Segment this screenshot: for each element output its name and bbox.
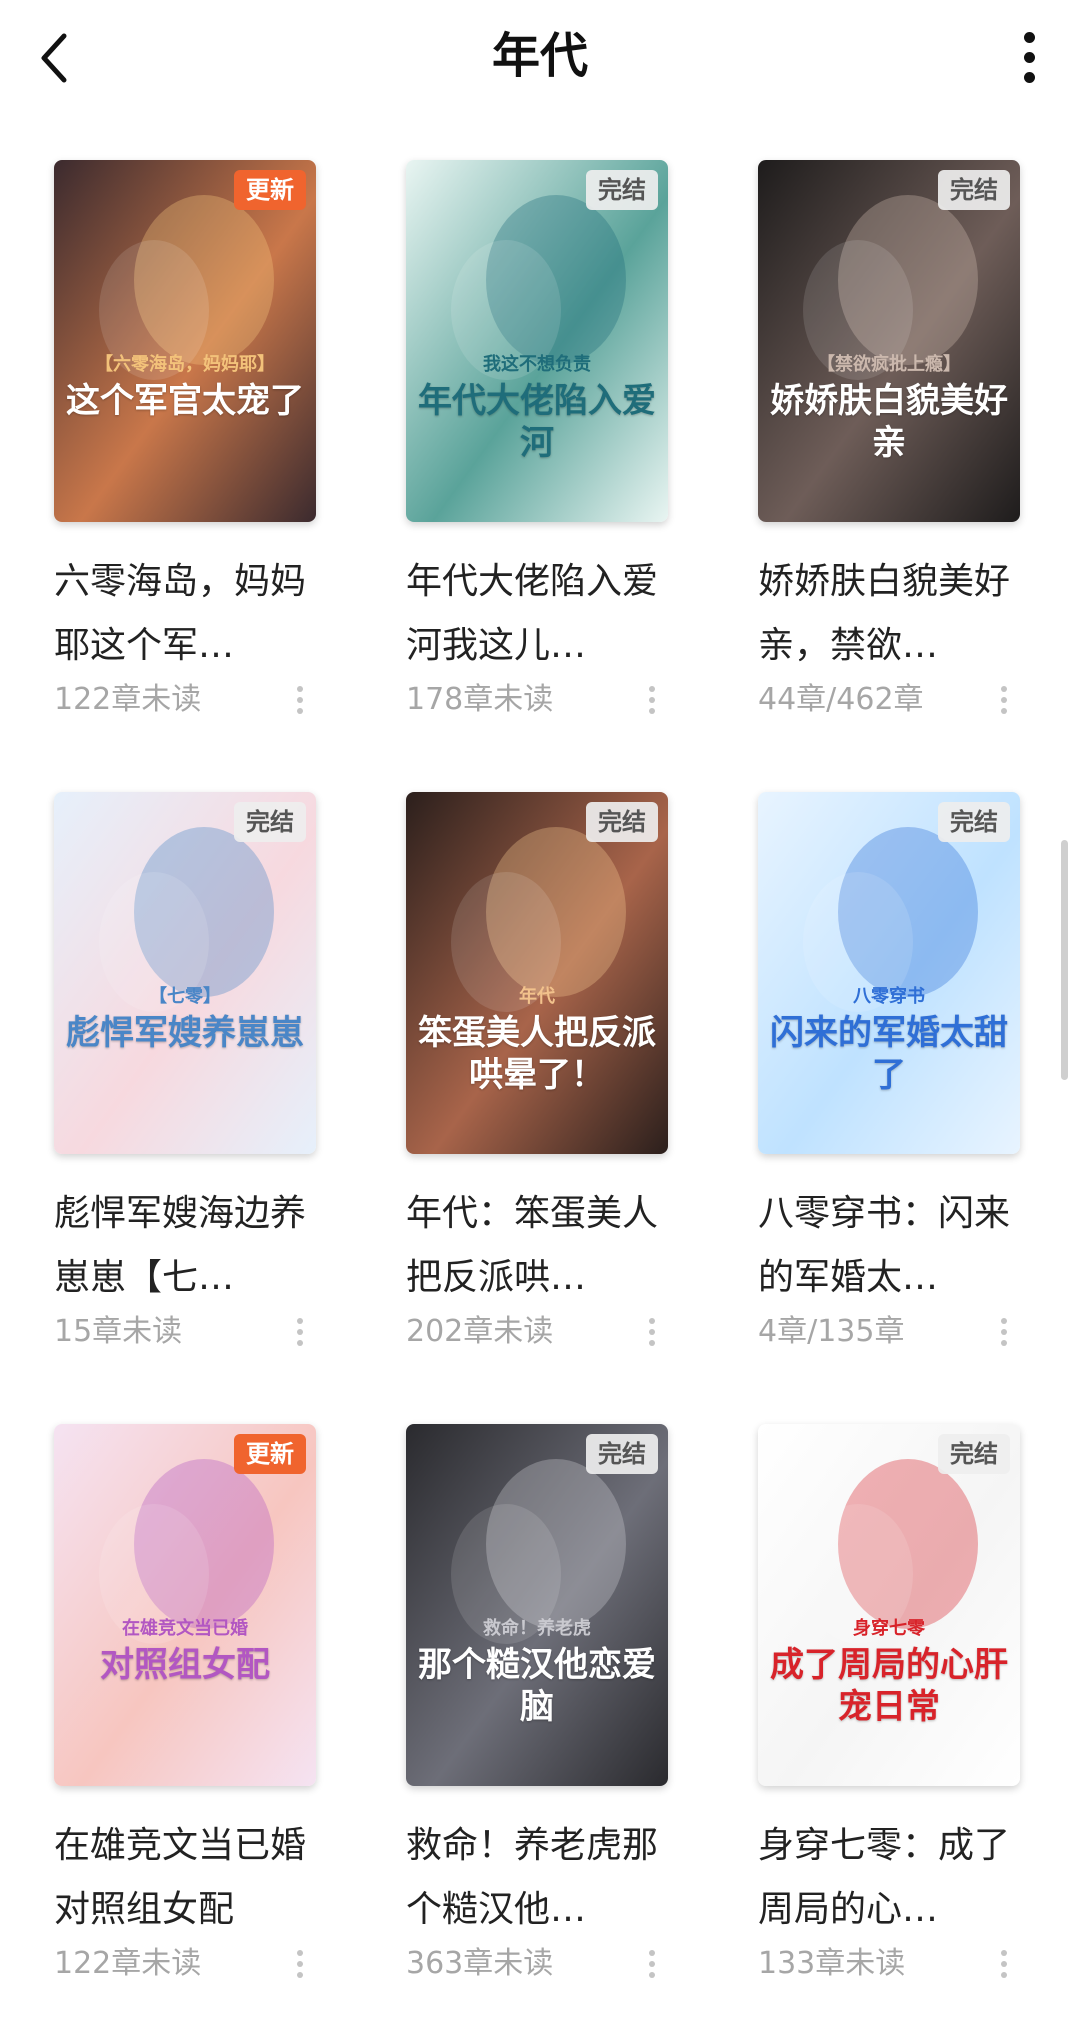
book-more-button[interactable]	[290, 1314, 310, 1350]
chapter-status: 44章/462章	[758, 682, 924, 717]
book-title[interactable]: 娇娇肤白貌美好亲，禁欲…	[758, 550, 1020, 678]
book-card[interactable]: 在雄竞文当已婚 对照组女配 更新 在雄竞文当已婚对照组女配 122章未读	[54, 1424, 316, 1994]
book-title[interactable]: 身穿七零：成了周局的心…	[758, 1814, 1020, 1942]
book-cover[interactable]: 【六零海岛，妈妈耶】这个军官太宠了 更新	[54, 160, 316, 522]
more-vertical-icon	[1001, 686, 1007, 692]
status-badge: 更新	[234, 1434, 306, 1474]
book-more-button[interactable]	[290, 1946, 310, 1982]
more-vertical-icon	[1001, 1318, 1007, 1324]
book-title[interactable]: 在雄竞文当已婚对照组女配	[54, 1814, 316, 1942]
book-grid: 【六零海岛，妈妈耶】 这个军官太宠了 更新 六零海岛，妈妈耶这个军… 122章未读 我这不…	[0, 0, 1080, 2026]
cover-subtitle: 身穿七零	[853, 1618, 925, 1639]
chapter-status: 15章未读	[54, 1314, 183, 1349]
more-vertical-icon	[1001, 1950, 1007, 1956]
chapter-status: 122章未读	[54, 682, 202, 717]
book-cover[interactable]: 【禁欲疯批上瘾】娇娇肤白貌美好亲 完结	[758, 160, 1020, 522]
book-more-button[interactable]	[994, 1314, 1014, 1350]
chapter-status: 178章未读	[406, 682, 554, 717]
chapter-status: 363章未读	[406, 1946, 554, 1981]
cover-subtitle: 我这不想负责	[483, 354, 591, 375]
book-card[interactable]: 年代笨蛋美人把反派哄晕了！ 完结年代：笨蛋美人把反派哄… 202章未读	[406, 792, 668, 1362]
status-badge: 完结	[586, 170, 658, 210]
cover-subtitle: 【禁欲疯批上瘾】	[817, 354, 961, 375]
book-title[interactable]: 救命！养老虎那个糙汉他…	[406, 1814, 668, 1942]
book-more-button[interactable]	[290, 682, 310, 718]
chapter-status: 4章/135章	[758, 1314, 905, 1349]
book-title[interactable]: 彪悍军嫂海边养崽崽【七…	[54, 1182, 316, 1310]
book-title[interactable]: 年代大佬陷入爱河我这儿…	[406, 550, 668, 678]
cover-title: 彪悍军嫂养崽崽	[66, 1013, 304, 1053]
book-card[interactable]: 救命！养老虎那个糙汉他恋爱脑 完结救命！养老虎那个糙汉他… 363章未读	[406, 1424, 668, 1994]
cover-subtitle: 救命！养老虎	[483, 1618, 591, 1639]
more-vertical-icon	[649, 1950, 655, 1956]
cover-subtitle: 【七零】	[149, 986, 221, 1007]
book-cover[interactable]: 在雄竞文当已婚对照组女配 更新	[54, 1424, 316, 1786]
book-card[interactable]: 【七零】彪悍军嫂养崽崽 完结彪悍军嫂海边养崽崽【七… 15章未读	[54, 792, 316, 1362]
status-badge: 完结	[938, 802, 1010, 842]
book-cover[interactable]: 我这不想负责年代大佬陷入爱河 完结	[406, 160, 668, 522]
book-more-button[interactable]	[642, 1946, 662, 1982]
book-title[interactable]: 六零海岛，妈妈耶这个军…	[54, 550, 316, 678]
cover-title: 对照组女配	[100, 1645, 270, 1685]
cover-title: 笨蛋美人把反派哄晕了！	[418, 1013, 656, 1095]
chapter-status: 122章未读	[54, 1946, 202, 1981]
more-vertical-icon	[649, 686, 655, 692]
status-badge: 完结	[586, 802, 658, 842]
book-more-button[interactable]	[642, 1314, 662, 1350]
book-card[interactable]: 我这不想负责年代大佬陷入爱河 完结年代大佬陷入爱河我这儿… 178章未读	[406, 160, 668, 730]
chapter-status: 133章未读	[758, 1946, 906, 1981]
book-cover[interactable]: 八零穿书闪来的军婚太甜了 完结	[758, 792, 1020, 1154]
book-more-button[interactable]	[994, 682, 1014, 718]
cover-title: 这个军官太宠了	[66, 381, 304, 421]
book-title[interactable]: 八零穿书：闪来的军婚太…	[758, 1182, 1020, 1310]
book-cover[interactable]: 【七零】彪悍军嫂养崽崽 完结	[54, 792, 316, 1154]
more-vertical-icon	[649, 1318, 655, 1324]
book-card[interactable]: 八零穿书闪来的军婚太甜了 完结八零穿书：闪来的军婚太… 4章/135章	[758, 792, 1020, 1362]
more-vertical-icon	[297, 1950, 303, 1956]
cover-subtitle: 在雄竞文当已婚	[122, 1618, 248, 1639]
status-badge: 完结	[938, 170, 1010, 210]
book-cover[interactable]: 年代笨蛋美人把反派哄晕了！ 完结	[406, 792, 668, 1154]
scrollbar[interactable]	[1061, 840, 1068, 1080]
book-title[interactable]: 年代：笨蛋美人把反派哄…	[406, 1182, 668, 1310]
book-more-button[interactable]	[994, 1946, 1014, 1982]
book-cover[interactable]: 身穿七零成了周局的心肝宠日常 完结	[758, 1424, 1020, 1786]
cover-subtitle: 年代	[519, 986, 555, 1007]
book-card[interactable]: 【六零海岛，妈妈耶】这个军官太宠了 更新六零海岛，妈妈耶这个军… 122章未读	[54, 160, 316, 730]
cover-title: 那个糙汉他恋爱脑	[418, 1645, 656, 1727]
chapter-status: 202章未读	[406, 1314, 554, 1349]
more-vertical-icon	[297, 1318, 303, 1324]
status-badge: 完结	[234, 802, 306, 842]
more-vertical-icon	[297, 686, 303, 692]
status-badge: 完结	[938, 1434, 1010, 1474]
cover-subtitle: 八零穿书	[853, 986, 925, 1007]
status-badge: 完结	[586, 1434, 658, 1474]
book-cover[interactable]: 救命！养老虎那个糙汉他恋爱脑 完结	[406, 1424, 668, 1786]
book-card[interactable]: 身穿七零成了周局的心肝宠日常 完结身穿七零：成了周局的心… 133章未读	[758, 1424, 1020, 1994]
book-more-button[interactable]	[642, 682, 662, 718]
cover-title: 闪来的军婚太甜了	[770, 1013, 1008, 1095]
cover-title: 年代大佬陷入爱河	[418, 381, 656, 463]
cover-subtitle: 【六零海岛，妈妈耶】	[95, 354, 275, 375]
status-badge: 更新	[234, 170, 306, 210]
book-card[interactable]: 【禁欲疯批上瘾】娇娇肤白貌美好亲 完结娇娇肤白貌美好亲，禁欲… 44章/462章	[758, 160, 1020, 730]
cover-title: 成了周局的心肝宠日常	[770, 1645, 1008, 1727]
cover-title: 娇娇肤白貌美好亲	[770, 381, 1008, 463]
